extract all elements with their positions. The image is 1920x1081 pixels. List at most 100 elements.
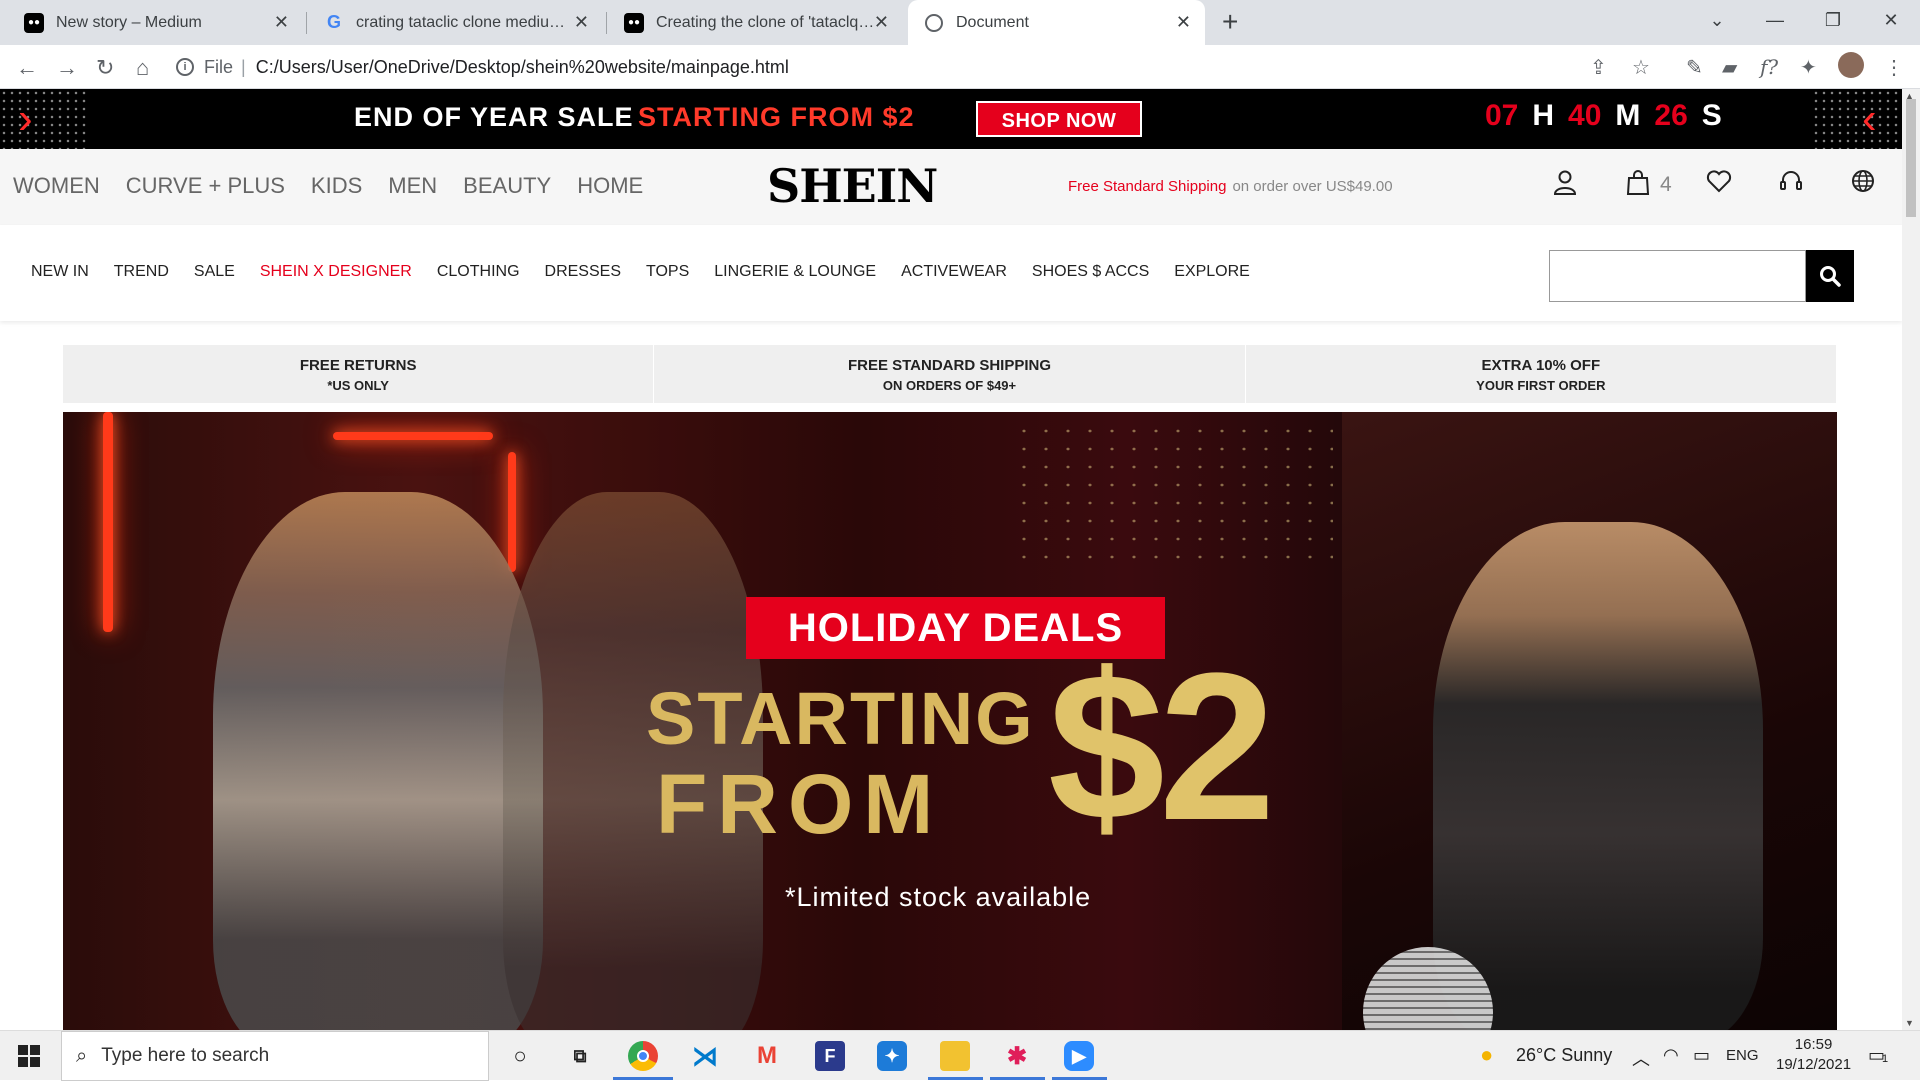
user-icon[interactable]	[1553, 169, 1577, 200]
cortana-icon[interactable]: ○	[505, 1041, 535, 1071]
benefit-free-shipping[interactable]: FREE STANDARD SHIPPING ON ORDERS OF $49+	[654, 345, 1246, 403]
app-f-icon[interactable]: F	[815, 1041, 845, 1071]
back-button[interactable]: ←	[16, 55, 38, 81]
tab-google-search[interactable]: G crating tataclic clone medium - G ✕	[308, 0, 603, 45]
extension-pen-icon[interactable]: ✎	[1686, 55, 1703, 80]
star-icon[interactable]: ☆	[1632, 55, 1650, 80]
nav-explore[interactable]: EXPLORE	[1174, 263, 1250, 281]
sub-nav-links: NEW IN TREND SALE SHEIN X DESIGNER CLOTH…	[31, 263, 1250, 281]
zoom-icon[interactable]: ▶	[1064, 1041, 1094, 1071]
category-home[interactable]: HOME	[577, 173, 643, 199]
countdown-minutes-label: M	[1615, 99, 1641, 132]
nav-dresses[interactable]: DRESSES	[545, 263, 621, 281]
category-women[interactable]: WOMEN	[13, 173, 100, 199]
tab-document[interactable]: Document ✕	[908, 0, 1205, 45]
battery-icon[interactable]: ▭	[1693, 1045, 1710, 1066]
close-icon[interactable]: ✕	[874, 12, 889, 33]
nav-activewear[interactable]: ACTIVEWEAR	[901, 263, 1007, 281]
nav-sale[interactable]: SALE	[194, 263, 235, 281]
windows-start-button[interactable]	[18, 1045, 40, 1067]
globe-icon[interactable]	[1851, 169, 1875, 198]
close-icon[interactable]: ✕	[274, 12, 289, 33]
menu-icon[interactable]: ⋮	[1884, 55, 1904, 80]
tab-medium-new-story[interactable]: ●● New story – Medium ✕	[8, 0, 303, 45]
nav-tops[interactable]: TOPS	[646, 263, 689, 281]
minimize-button[interactable]: —	[1746, 0, 1804, 40]
category-men[interactable]: MEN	[388, 173, 437, 199]
benefit-title: FREE RETURNS	[299, 357, 417, 374]
nav-shoes-accs[interactable]: SHOES $ ACCS	[1032, 263, 1149, 281]
reload-button[interactable]: ↻	[96, 55, 114, 81]
nav-shein-x-designer[interactable]: SHEIN X DESIGNER	[260, 263, 412, 281]
url-field[interactable]: i File | C:/Users/User/OneDrive/Desktop/…	[176, 51, 1666, 83]
model-photo-right	[1433, 522, 1763, 1030]
slack-icon[interactable]: ✱	[1002, 1041, 1032, 1071]
system-clock[interactable]: 16:59 19/12/2021	[1776, 1035, 1851, 1075]
shop-now-button[interactable]: SHOP NOW	[976, 101, 1142, 137]
new-tab-button[interactable]: +	[1222, 6, 1238, 38]
clock-time: 16:59	[1794, 1036, 1833, 1053]
window-controls: ⌄ — ❐ ✕	[1688, 0, 1920, 40]
hero-price: $2	[1048, 629, 1276, 864]
hero-banner[interactable]: HOLIDAY DEALS STARTING FROM $2 *Limited …	[63, 412, 1837, 1030]
category-curve-plus[interactable]: CURVE + PLUS	[126, 173, 285, 199]
task-view-icon[interactable]: ⧉	[565, 1041, 595, 1071]
bag-icon[interactable]	[1626, 169, 1650, 200]
chevron-down-icon[interactable]: ⌄	[1688, 0, 1746, 40]
chevron-up-icon[interactable]: ︿	[1632, 1045, 1650, 1071]
countdown-hours: 07	[1485, 99, 1519, 132]
headset-icon[interactable]	[1779, 169, 1803, 198]
nav-clothing[interactable]: CLOTHING	[437, 263, 520, 281]
app-grid-icon[interactable]: ✦	[877, 1041, 907, 1071]
gmail-icon[interactable]: M	[752, 1041, 782, 1071]
benefit-extra-discount[interactable]: EXTRA 10% OFF YOUR FIRST ORDER	[1246, 345, 1836, 403]
countdown-timer: 07 H 40 M 26 S	[1485, 99, 1722, 133]
extension-formula-icon[interactable]: f?	[1760, 55, 1778, 79]
benefit-free-returns[interactable]: FREE RETURNS *US ONLY	[63, 345, 655, 403]
file-explorer-icon[interactable]	[940, 1041, 970, 1071]
search-input[interactable]	[1549, 250, 1806, 302]
benefit-subtitle: *US ONLY	[327, 378, 389, 393]
sale-highlight: STARTING FROM $2	[638, 102, 915, 132]
page-scrollbar[interactable]: ▲ ▼	[1902, 89, 1920, 1030]
vscode-icon[interactable]: ⋊	[690, 1041, 720, 1071]
puzzle-icon[interactable]: ✦	[1800, 55, 1817, 80]
tab-medium-clone[interactable]: ●● Creating the clone of 'tataclq.co ✕	[608, 0, 903, 45]
sale-banner[interactable]: › ‹ END OF YEAR SALE STARTING FROM $2 SH…	[0, 89, 1902, 149]
search-button[interactable]	[1806, 250, 1854, 302]
category-beauty[interactable]: BEAUTY	[463, 173, 551, 199]
chrome-icon[interactable]	[628, 1041, 658, 1071]
close-icon[interactable]: ✕	[574, 12, 589, 33]
language-indicator[interactable]: ENG	[1726, 1047, 1759, 1064]
shein-logo[interactable]: SHEIN	[767, 159, 938, 213]
glitter-decoration	[1013, 422, 1333, 572]
close-icon[interactable]: ✕	[1176, 12, 1191, 33]
tab-separator	[606, 12, 607, 34]
taskbar-search-field[interactable]: ⌕ Type here to search	[61, 1031, 489, 1081]
heart-icon[interactable]	[1706, 169, 1732, 198]
nav-new-in[interactable]: NEW IN	[31, 263, 89, 281]
page-viewport: › ‹ END OF YEAR SALE STARTING FROM $2 SH…	[0, 89, 1902, 1030]
benefit-title: EXTRA 10% OFF	[1481, 357, 1601, 374]
close-window-button[interactable]: ✕	[1862, 0, 1920, 40]
forward-button[interactable]: →	[56, 55, 78, 81]
profile-avatar[interactable]	[1838, 52, 1864, 78]
scrollbar-thumb[interactable]	[1906, 99, 1916, 217]
neon-light	[508, 452, 516, 572]
scroll-down-arrow-icon[interactable]: ▼	[1905, 1018, 1914, 1028]
network-icon[interactable]: ◠	[1663, 1045, 1679, 1066]
info-icon[interactable]: i	[176, 58, 194, 76]
home-icon[interactable]: ⌂	[136, 55, 149, 81]
extension-folder-icon[interactable]: ▰	[1722, 55, 1737, 80]
nav-trend[interactable]: TREND	[114, 263, 169, 281]
tab-separator	[306, 12, 307, 34]
category-kids[interactable]: KIDS	[311, 173, 362, 199]
address-bar: ← → ↻ ⌂ i File | C:/Users/User/OneDrive/…	[0, 45, 1920, 89]
weather-text[interactable]: 26°C Sunny	[1516, 1045, 1612, 1066]
site-header: WOMEN CURVE + PLUS KIDS MEN BEAUTY HOME …	[0, 149, 1902, 225]
countdown-seconds: 26	[1654, 99, 1688, 132]
url-text[interactable]: C:/Users/User/OneDrive/Desktop/shein%20w…	[256, 57, 789, 78]
share-icon[interactable]: ⇪	[1590, 55, 1607, 80]
nav-lingerie-lounge[interactable]: LINGERIE & LOUNGE	[714, 263, 876, 281]
maximize-button[interactable]: ❐	[1804, 0, 1862, 40]
